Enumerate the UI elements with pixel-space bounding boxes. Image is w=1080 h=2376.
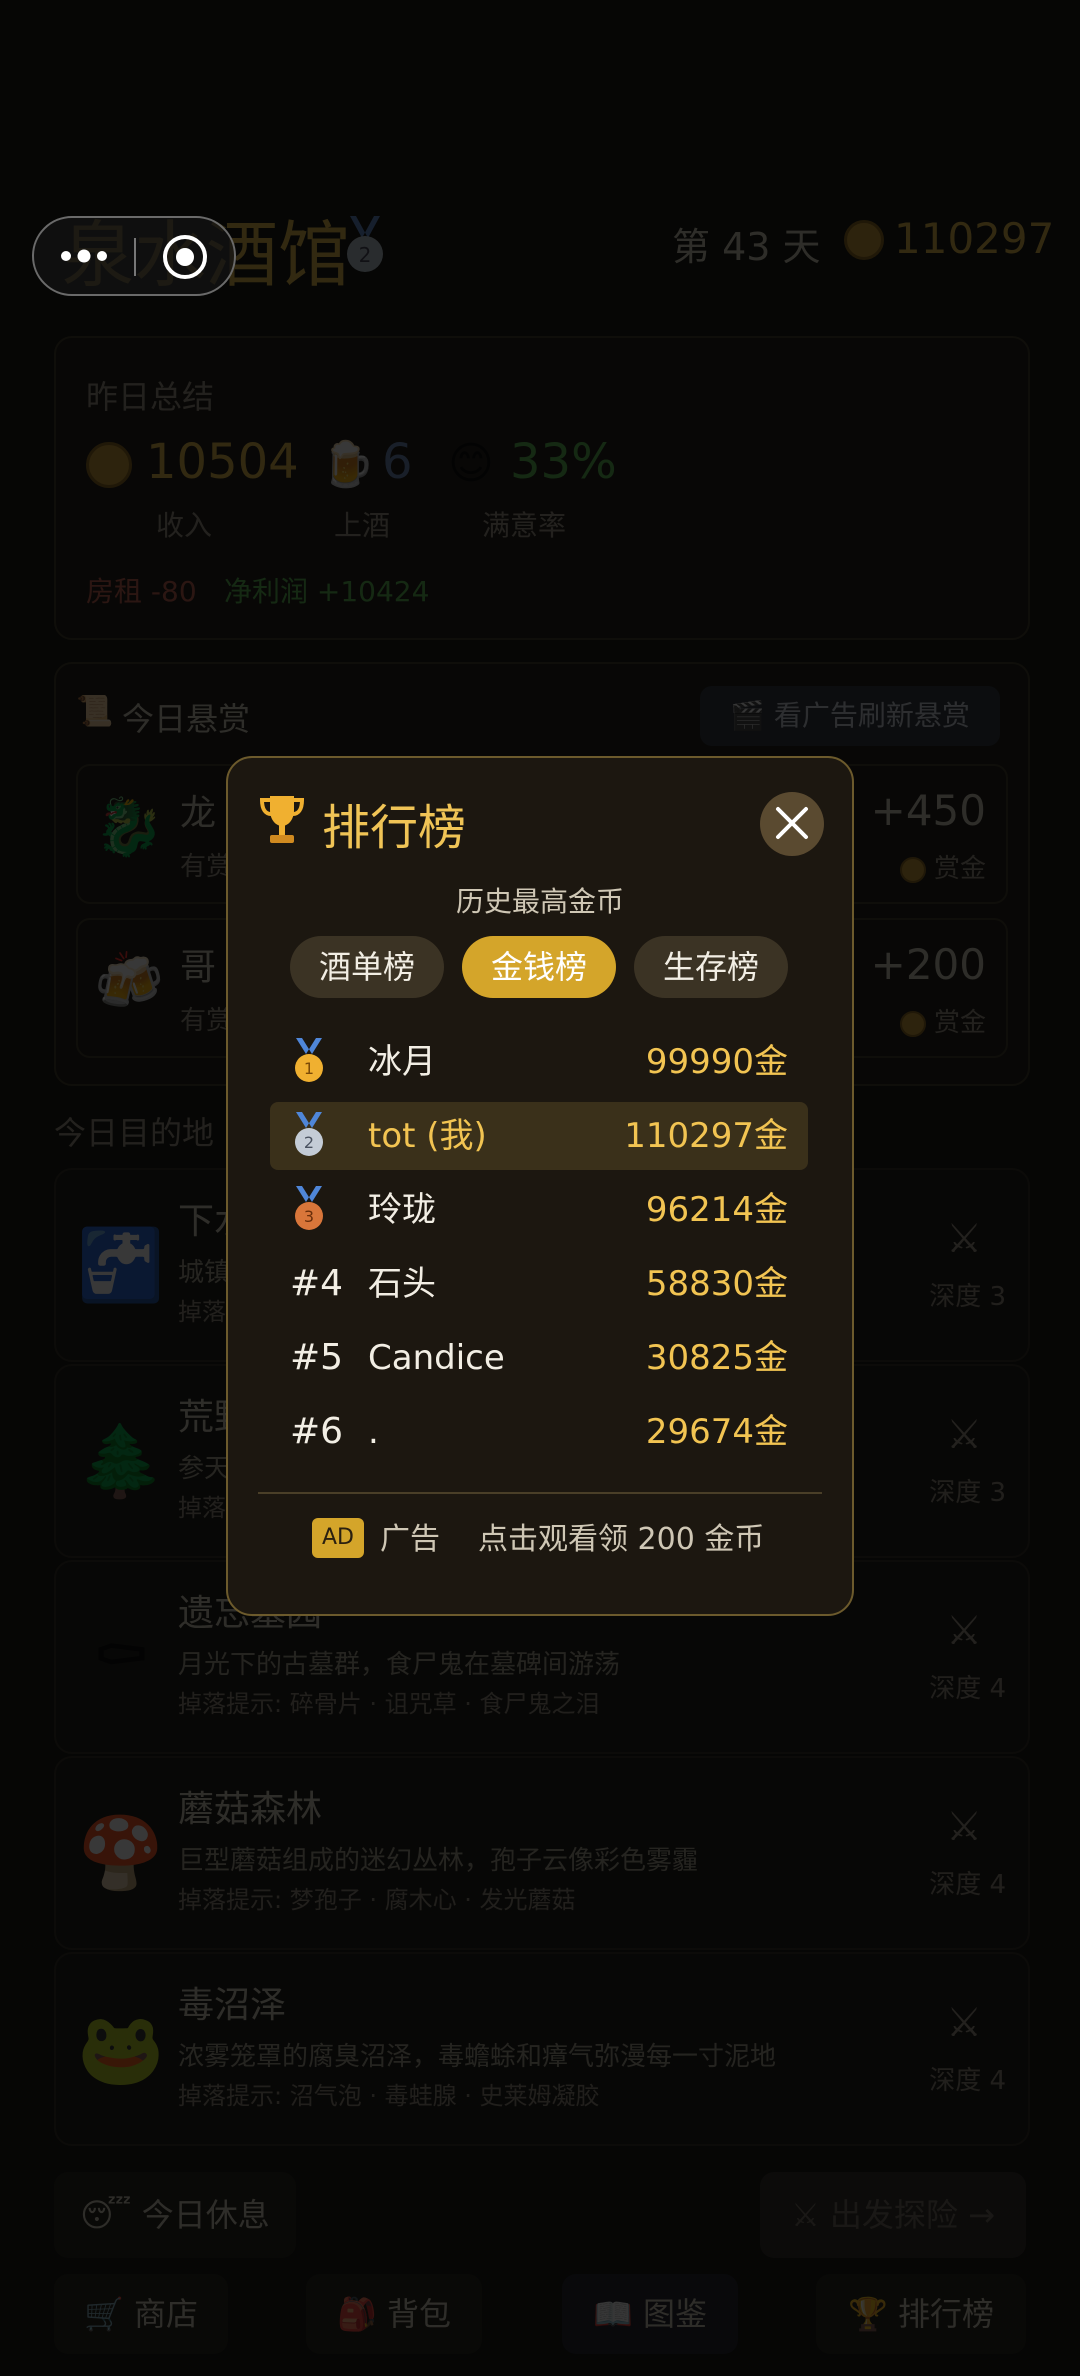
tab-drink-list[interactable]: 酒单榜 — [290, 936, 444, 998]
svg-text:3: 3 — [304, 1207, 314, 1226]
player-score: 99990金 — [645, 1042, 788, 1082]
gold-medal-icon: 1 — [292, 1038, 326, 1088]
leaderboard-row: 3 玲珑 96214金 — [270, 1176, 808, 1244]
close-target-icon[interactable] — [160, 232, 210, 282]
close-button[interactable] — [760, 792, 824, 856]
player-score: 110297金 — [624, 1116, 788, 1156]
player-score: 30825金 — [645, 1338, 788, 1378]
player-score: 58830金 — [645, 1264, 788, 1304]
leaderboard-row: #4 石头 58830金 — [270, 1250, 808, 1318]
player-rank: #5 — [290, 1337, 344, 1378]
player-name: 玲珑 — [368, 1190, 436, 1230]
tab-survival-list[interactable]: 生存榜 — [634, 936, 788, 998]
watch-ad-link[interactable]: 点击观看领 200 金币 — [478, 1514, 764, 1558]
capsule-divider — [134, 238, 136, 276]
tab-money-list[interactable]: 金钱榜 — [462, 936, 616, 998]
trophy-icon — [258, 794, 306, 846]
player-name: . — [368, 1412, 379, 1452]
close-icon — [776, 807, 808, 839]
miniprogram-capsule — [32, 216, 236, 296]
leaderboard-row: #5 Candice 30825金 — [270, 1324, 808, 1392]
leaderboard-row: 1 冰月 99990金 — [270, 1028, 808, 1096]
leaderboard-row-me: 2 tot (我) 110297金 — [270, 1102, 808, 1170]
modal-subtitle: 历史最高金币 — [455, 885, 624, 918]
svg-text:1: 1 — [304, 1059, 314, 1078]
player-score: 29674金 — [645, 1412, 788, 1452]
ad-badge: AD — [312, 1518, 364, 1558]
player-rank: #4 — [290, 1263, 344, 1304]
leaderboard-modal: 排行榜 历史最高金币 酒单榜 金钱榜 生存榜 1 冰月 99990金 2 tot… — [226, 756, 854, 1616]
player-score: 96214金 — [645, 1190, 788, 1230]
player-rank: #6 — [290, 1411, 344, 1452]
modal-title: 排行榜 — [322, 800, 467, 856]
svg-text:2: 2 — [304, 1133, 314, 1152]
silver-medal-icon: 2 — [292, 1112, 326, 1162]
player-name: Candice — [368, 1338, 505, 1378]
modal-divider — [258, 1492, 822, 1494]
bronze-medal-icon: 3 — [292, 1186, 326, 1236]
ad-label: 广告 — [380, 1522, 440, 1557]
more-dots-icon[interactable] — [56, 244, 116, 268]
player-name: 石头 — [368, 1264, 436, 1304]
player-name: tot (我) — [368, 1116, 487, 1156]
player-name: 冰月 — [368, 1042, 436, 1082]
leaderboard-row: #6 . 29674金 — [270, 1398, 808, 1466]
